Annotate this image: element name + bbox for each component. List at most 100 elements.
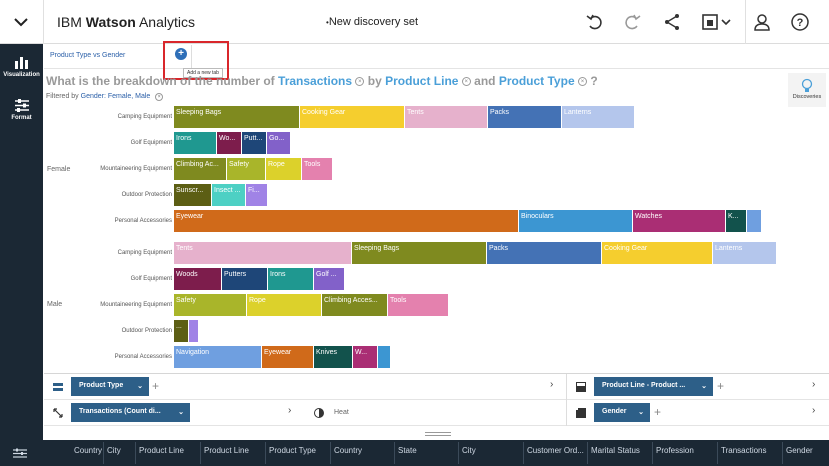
- bar-segment[interactable]: Sleeping Bags: [174, 106, 299, 128]
- bar-segment[interactable]: Woods: [174, 268, 221, 290]
- save-icon[interactable]: [700, 10, 734, 34]
- bar-segment[interactable]: Climbing Ac...: [174, 158, 226, 180]
- expand-label-icon[interactable]: ›: [812, 405, 815, 416]
- data-column-header[interactable]: Product Line: [204, 446, 249, 455]
- column-separator: [782, 442, 783, 464]
- discoveries-button[interactable]: Discoveries: [788, 73, 826, 107]
- expand-color-icon[interactable]: ›: [812, 379, 815, 390]
- color-pill[interactable]: Product Line - Product ... ⌄: [594, 377, 713, 396]
- data-column-header[interactable]: Customer Ord...: [527, 446, 584, 455]
- bar-segment[interactable]: Knives: [314, 346, 352, 368]
- bar-segment[interactable]: Irons: [174, 132, 216, 154]
- data-column-header[interactable]: Country: [74, 446, 102, 455]
- app-root: IBM Watson Analytics •New discovery set …: [0, 0, 829, 466]
- bar-segment[interactable]: Insect ...: [212, 184, 245, 206]
- size-pill[interactable]: Transactions (Count di... ⌄: [71, 403, 190, 422]
- remove-measure-icon[interactable]: ×: [355, 77, 365, 87]
- data-column-header[interactable]: Transactions: [721, 446, 767, 455]
- heat-icon: [314, 408, 324, 418]
- share-icon[interactable]: [660, 10, 684, 34]
- user-avatar-icon[interactable]: [750, 10, 774, 34]
- data-column-header[interactable]: Country: [334, 446, 362, 455]
- bar-segment[interactable]: Go...: [267, 132, 290, 154]
- dim2-token[interactable]: Product Type: [499, 74, 575, 88]
- bar-segment[interactable]: Irons: [268, 268, 313, 290]
- remove-dim1-icon[interactable]: ×: [461, 77, 471, 87]
- bar-segment[interactable]: Fi...: [246, 184, 267, 206]
- bar-segment[interactable]: [747, 210, 761, 232]
- bar-segment[interactable]: Eyewear: [262, 346, 313, 368]
- data-column-header[interactable]: Product Type: [269, 446, 316, 455]
- rows-pill[interactable]: Product Type ⌄: [71, 377, 149, 396]
- bar-segment[interactable]: Navigation: [174, 346, 261, 368]
- bar-segment[interactable]: Tents: [405, 106, 487, 128]
- rail-format[interactable]: Format: [0, 99, 43, 121]
- columns-settings-icon[interactable]: [13, 448, 27, 459]
- data-column-header[interactable]: Profession: [656, 446, 694, 455]
- help-icon[interactable]: ?: [788, 10, 812, 34]
- column-separator: [330, 442, 331, 464]
- data-column-header[interactable]: Gender: [786, 446, 813, 455]
- bar-segment[interactable]: Safety: [227, 158, 265, 180]
- bar-segment[interactable]: Putt...: [242, 132, 266, 154]
- add-color-icon[interactable]: +: [717, 379, 724, 393]
- data-column-header[interactable]: City: [462, 446, 476, 455]
- bar-segment[interactable]: Packs: [488, 106, 561, 128]
- data-column-header[interactable]: Marital Status: [591, 446, 640, 455]
- dim1-token[interactable]: Product Line: [385, 74, 458, 88]
- bar-segment[interactable]: Putters: [222, 268, 267, 290]
- remove-filter-icon[interactable]: ×: [155, 93, 164, 101]
- data-column-header[interactable]: Product Line: [139, 446, 184, 455]
- question-bar: What is the breakdown of the number of T…: [46, 74, 598, 88]
- bar-segment[interactable]: Watches: [633, 210, 725, 232]
- bar-segment[interactable]: Tools: [388, 294, 448, 316]
- bar-segment[interactable]: ...: [174, 320, 188, 342]
- bar-segment[interactable]: Packs: [487, 242, 601, 264]
- category-label: Mountaineering Equipment: [100, 166, 172, 172]
- bar-segment[interactable]: Tools: [302, 158, 332, 180]
- bar-segment[interactable]: Lanterns: [562, 106, 634, 128]
- bar-chart-icon: [14, 57, 28, 69]
- undo-icon[interactable]: [583, 10, 607, 34]
- rail-visualization[interactable]: Visualization: [0, 56, 43, 78]
- category-label: Golf Equipment: [130, 276, 172, 282]
- bar-segment[interactable]: Lanterns: [713, 242, 776, 264]
- resize-handle[interactable]: [425, 432, 451, 436]
- expand-size-icon[interactable]: ›: [288, 405, 291, 416]
- bar-segment[interactable]: [189, 320, 198, 342]
- measure-token[interactable]: Transactions: [278, 74, 352, 88]
- bar-segment[interactable]: Cooking Gear: [602, 242, 712, 264]
- bar-segment[interactable]: Sunscr...: [174, 184, 211, 206]
- bar-segment[interactable]: Cooking Gear: [300, 106, 404, 128]
- add-rows-icon[interactable]: +: [152, 379, 159, 393]
- bar-segment[interactable]: Safety: [174, 294, 246, 316]
- bar-segment[interactable]: W...: [353, 346, 377, 368]
- bar-segment[interactable]: Golf ...: [314, 268, 344, 290]
- filter-value[interactable]: Gender: Female, Male: [81, 93, 151, 100]
- menu-chevron-icon[interactable]: [10, 12, 32, 32]
- redo-icon[interactable]: [620, 10, 644, 34]
- shelf-divider: [566, 374, 567, 426]
- column-separator: [458, 442, 459, 464]
- label-pill[interactable]: Gender ⌄: [594, 403, 650, 422]
- tab-product-type-vs-gender[interactable]: Product Type vs Gender: [50, 52, 125, 59]
- bar-segment[interactable]: Wo...: [217, 132, 241, 154]
- bar-segment[interactable]: Tents: [174, 242, 351, 264]
- heat-slot[interactable]: Heat: [334, 409, 349, 416]
- bar-segment[interactable]: Binoculars: [519, 210, 632, 232]
- bar-segment[interactable]: [378, 346, 390, 368]
- add-label-icon[interactable]: +: [654, 405, 661, 419]
- header-divider-right: [745, 0, 746, 44]
- data-column-header[interactable]: State: [398, 446, 417, 455]
- remove-dim2-icon[interactable]: ×: [577, 77, 587, 87]
- bar-segment[interactable]: K...: [726, 210, 746, 232]
- bar-segment[interactable]: Rope: [266, 158, 301, 180]
- bar-segment[interactable]: Climbing Acces...: [322, 294, 387, 316]
- expand-rows-icon[interactable]: ›: [550, 379, 553, 390]
- bar-segment[interactable]: Eyewear: [174, 210, 518, 232]
- bar-segment[interactable]: Sleeping Bags: [352, 242, 486, 264]
- bar-segment[interactable]: Rope: [247, 294, 321, 316]
- document-title[interactable]: •New discovery set: [326, 16, 418, 28]
- data-columns-bar: Country City Product Line Product Line Produ…: [44, 440, 829, 466]
- data-column-header[interactable]: City: [107, 446, 121, 455]
